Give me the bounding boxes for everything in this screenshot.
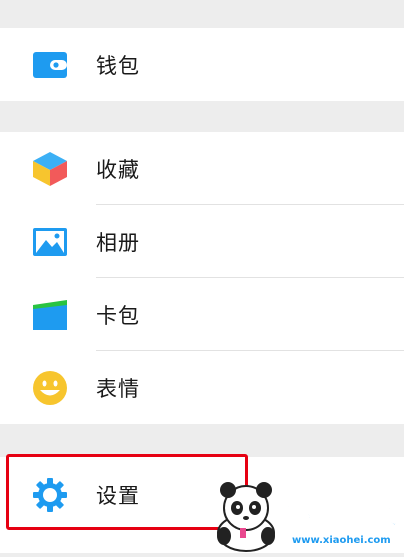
smiley-icon [32, 370, 68, 406]
panda-mascot [217, 482, 275, 552]
menu-item-label: 相册 [96, 230, 140, 255]
menu-item-wallet[interactable]: 钱包 [0, 28, 404, 101]
menu-item-favorites[interactable]: 收藏 [0, 132, 404, 205]
menu-item-label: 卡包 [96, 303, 140, 328]
menu-item-label: 收藏 [96, 157, 140, 182]
menu-item-label: 钱包 [96, 53, 140, 78]
watermark-brand: 小黑游戏 [281, 495, 400, 532]
menu-item-label: 表情 [96, 376, 140, 401]
menu-item-album[interactable]: 相册 [0, 205, 404, 278]
wallet-icon [32, 47, 68, 83]
menu-item-stickers[interactable]: 表情 [0, 351, 404, 424]
photo-icon [32, 224, 68, 260]
group-wallet: 钱包 [0, 28, 404, 101]
watermark-logo: 小黑游戏 www.xiaohei.com [206, 478, 404, 553]
card-icon [32, 297, 68, 333]
watermark-url: www.xiaohei.com [292, 535, 391, 546]
cube-icon [32, 151, 68, 187]
menu-item-cards[interactable]: 卡包 [0, 278, 404, 351]
group-main: 收藏 相册 卡包 表情 [0, 132, 404, 424]
